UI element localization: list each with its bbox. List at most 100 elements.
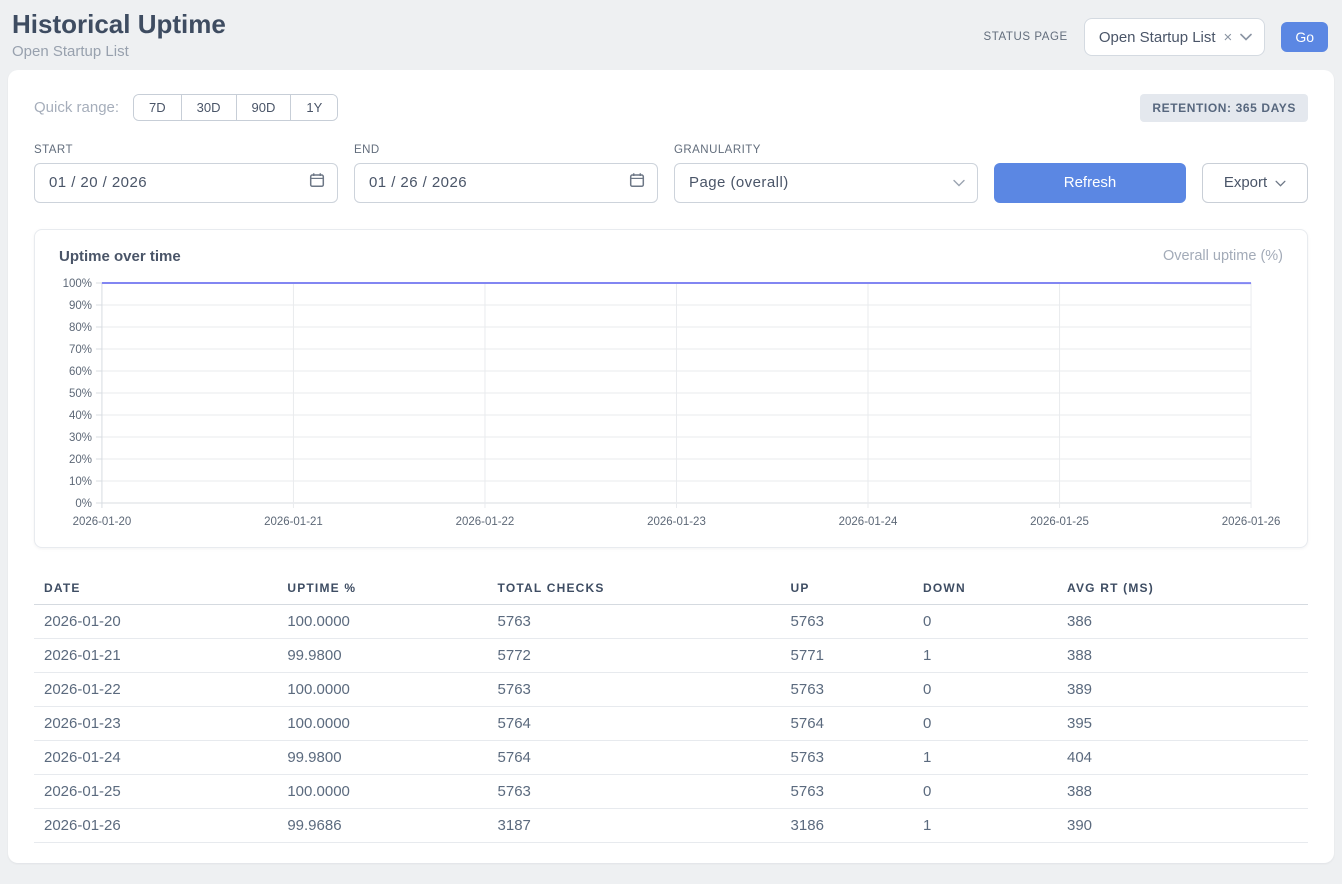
table-cell: 395 — [1057, 706, 1308, 740]
table-cell: 388 — [1057, 638, 1308, 672]
table-cell: 404 — [1057, 740, 1308, 774]
granularity-selected-value: Page (overall) — [689, 174, 789, 191]
svg-text:90%: 90% — [69, 300, 92, 312]
title-block: Historical Uptime Open Startup List — [12, 10, 226, 60]
granularity-field: GRANULARITY Page (overall) — [674, 144, 978, 203]
table-cell: 3187 — [488, 808, 781, 842]
table-cell: 5763 — [488, 774, 781, 808]
svg-text:2026-01-20: 2026-01-20 — [73, 516, 132, 528]
table-cell: 5763 — [781, 774, 913, 808]
table-cell: 1 — [913, 808, 1057, 842]
end-date-label: END — [354, 144, 658, 156]
quick-range-group: 7D30D90D1Y — [133, 94, 338, 121]
export-button-label: Export — [1224, 174, 1267, 191]
svg-text:2026-01-26: 2026-01-26 — [1222, 516, 1281, 528]
table-cell: 2026-01-24 — [34, 740, 277, 774]
end-date-input[interactable]: 01 / 26 / 2026 — [354, 163, 658, 203]
table-row: 2026-01-25100.0000576357630388 — [34, 774, 1308, 808]
table-header-row: DATEUPTIME %TOTAL CHECKSUPDOWNAVG RT (MS… — [34, 572, 1308, 605]
table-row: 2026-01-20100.0000576357630386 — [34, 604, 1308, 638]
svg-text:10%: 10% — [69, 476, 92, 488]
table-cell: 100.0000 — [277, 604, 487, 638]
column-header-uptime-: UPTIME % — [277, 572, 487, 605]
chevron-down-icon — [1240, 28, 1252, 46]
table-cell: 389 — [1057, 672, 1308, 706]
table-cell: 3186 — [781, 808, 913, 842]
status-page-label: STATUS PAGE — [984, 31, 1068, 43]
quick-range-left: Quick range: 7D30D90D1Y — [34, 94, 338, 121]
chevron-down-icon — [1275, 174, 1286, 191]
chart-axis-labels: 0%10%20%30%40%50%60%70%80%90%100%2026-01… — [63, 278, 1281, 528]
svg-text:30%: 30% — [69, 432, 92, 444]
quick-range-30d-button[interactable]: 30D — [181, 95, 236, 120]
table-cell: 2026-01-21 — [34, 638, 277, 672]
quick-range-7d-button[interactable]: 7D — [134, 95, 181, 120]
quick-range-90d-button[interactable]: 90D — [236, 95, 291, 120]
header-controls: STATUS PAGE Open Startup List × Go — [984, 18, 1328, 56]
status-page-selected-value: Open Startup List — [1099, 29, 1216, 46]
table-cell: 0 — [913, 706, 1057, 740]
table-cell: 99.9686 — [277, 808, 487, 842]
chart-title: Uptime over time — [59, 248, 181, 265]
export-button[interactable]: Export — [1202, 163, 1308, 203]
status-page-select[interactable]: Open Startup List × — [1084, 18, 1266, 56]
table-cell: 100.0000 — [277, 774, 487, 808]
svg-text:70%: 70% — [69, 344, 92, 356]
table-cell: 0 — [913, 672, 1057, 706]
column-header-up: UP — [781, 572, 913, 605]
table-cell: 5764 — [488, 740, 781, 774]
uptime-chart-card: Uptime over time Overall uptime (%) 0%10… — [34, 229, 1308, 548]
table-cell: 2026-01-23 — [34, 706, 277, 740]
quick-range-row: Quick range: 7D30D90D1Y RETENTION: 365 D… — [34, 94, 1308, 122]
table-cell: 388 — [1057, 774, 1308, 808]
calendar-icon[interactable] — [309, 172, 325, 193]
retention-badge: RETENTION: 365 DAYS — [1140, 94, 1308, 122]
column-header-date: DATE — [34, 572, 277, 605]
svg-text:2026-01-21: 2026-01-21 — [264, 516, 323, 528]
clear-selection-icon[interactable]: × — [1224, 30, 1233, 45]
table-row: 2026-01-2199.9800577257711388 — [34, 638, 1308, 672]
svg-text:2026-01-23: 2026-01-23 — [647, 516, 706, 528]
table-cell: 5763 — [488, 604, 781, 638]
svg-text:2026-01-22: 2026-01-22 — [456, 516, 515, 528]
start-date-input[interactable]: 01 / 20 / 2026 — [34, 163, 338, 203]
column-header-avg-rt-ms-: AVG RT (MS) — [1057, 572, 1308, 605]
calendar-icon[interactable] — [629, 172, 645, 193]
filter-form-row: START 01 / 20 / 2026 END 01 / 26 / 2026 … — [34, 144, 1308, 203]
go-button[interactable]: Go — [1281, 22, 1328, 52]
table-cell: 99.9800 — [277, 740, 487, 774]
table-row: 2026-01-22100.0000576357630389 — [34, 672, 1308, 706]
quick-range-label: Quick range: — [34, 99, 119, 116]
table-cell: 1 — [913, 638, 1057, 672]
start-date-label: START — [34, 144, 338, 156]
table-cell: 99.9800 — [277, 638, 487, 672]
svg-text:0%: 0% — [75, 498, 92, 510]
table-cell: 0 — [913, 774, 1057, 808]
table-cell: 100.0000 — [277, 706, 487, 740]
table-row: 2026-01-2699.9686318731861390 — [34, 808, 1308, 842]
quick-range-1y-button[interactable]: 1Y — [290, 95, 337, 120]
end-date-value: 01 / 26 / 2026 — [369, 174, 467, 191]
svg-text:50%: 50% — [69, 388, 92, 400]
table-cell: 2026-01-20 — [34, 604, 277, 638]
chevron-down-icon — [953, 174, 965, 192]
start-date-field: START 01 / 20 / 2026 — [34, 144, 338, 203]
table-cell: 2026-01-22 — [34, 672, 277, 706]
svg-text:2026-01-24: 2026-01-24 — [839, 516, 898, 528]
table-cell: 386 — [1057, 604, 1308, 638]
page-title: Historical Uptime — [12, 10, 226, 40]
svg-text:60%: 60% — [69, 366, 92, 378]
chart-gridlines — [96, 283, 1251, 508]
granularity-label: GRANULARITY — [674, 144, 978, 156]
refresh-button[interactable]: Refresh — [994, 163, 1186, 203]
page-subtitle: Open Startup List — [12, 43, 226, 60]
svg-text:100%: 100% — [63, 278, 92, 290]
uptime-table: DATEUPTIME %TOTAL CHECKSUPDOWNAVG RT (MS… — [34, 572, 1308, 843]
table-cell: 5763 — [488, 672, 781, 706]
table-cell: 2026-01-26 — [34, 808, 277, 842]
table-body: 2026-01-20100.00005763576303862026-01-21… — [34, 604, 1308, 842]
granularity-select[interactable]: Page (overall) — [674, 163, 978, 203]
table-cell: 1 — [913, 740, 1057, 774]
table-cell: 5771 — [781, 638, 913, 672]
table-cell: 5763 — [781, 740, 913, 774]
